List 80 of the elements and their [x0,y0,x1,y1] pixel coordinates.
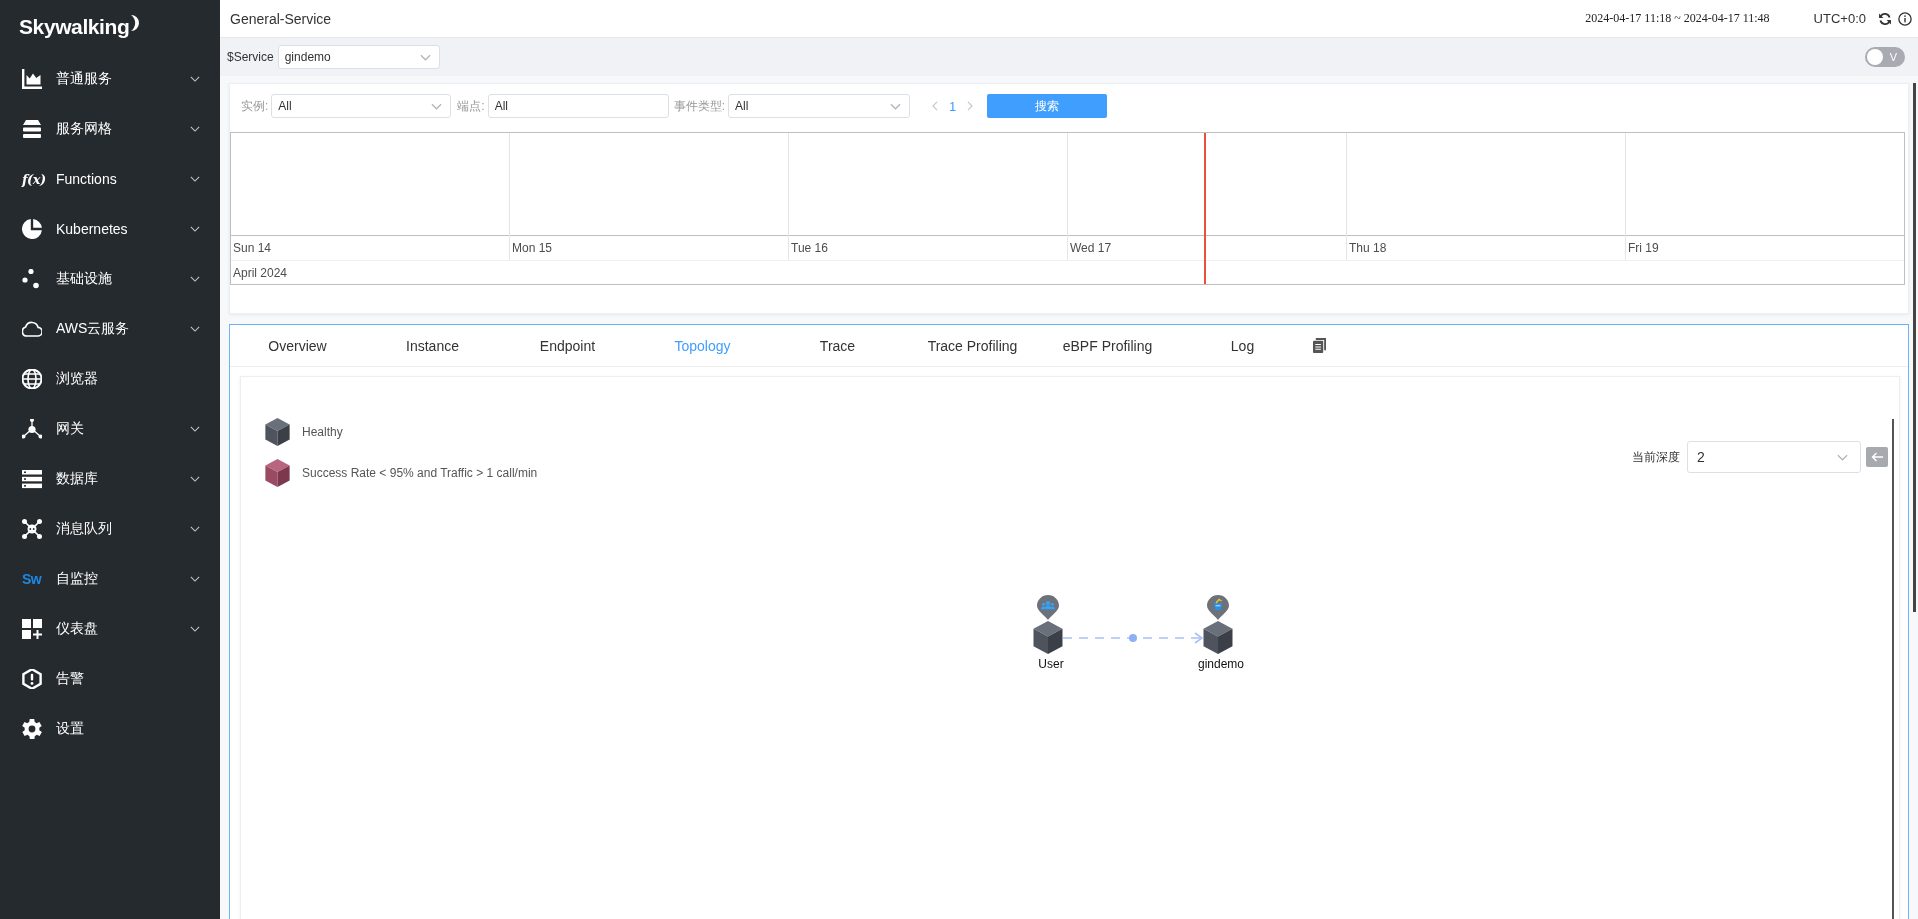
day-label: Wed 17 [1070,241,1112,255]
chevron-down-icon [890,102,902,110]
filter-label: 事件类型: [673,97,726,115]
filter-label: 端点: [457,97,485,115]
nav-item[interactable]: 仪表盘 [0,604,220,654]
nav-item[interactable]: Sw 自监控 [0,554,220,604]
tab[interactable]: eBPF Profiling [1040,325,1175,366]
call-dot[interactable] [1129,634,1137,642]
service-label: $Service [227,50,274,64]
page-title: General-Service [230,10,333,27]
service-select[interactable]: gindemo [277,45,440,69]
chevron-down-icon [1837,453,1848,461]
tab[interactable]: Instance [365,325,500,366]
nav-item[interactable]: AWS云服务 [0,304,220,354]
dots-icon [22,269,42,289]
cube-icon [265,459,290,487]
nav-item[interactable]: 设置 [0,704,220,754]
nav-item[interactable]: 网关 [0,404,220,454]
tab[interactable]: Overview [230,325,365,366]
cup-pin-icon [1207,595,1229,620]
refresh-icon[interactable] [1878,11,1892,26]
node-label: User [1038,657,1064,671]
tab[interactable]: Trace [770,325,905,366]
day-label: Tue 16 [791,241,828,255]
cube-node[interactable] [1203,621,1233,654]
nav-item[interactable]: 普通服务 [0,54,220,104]
crescent-icon [131,15,140,31]
server-list-icon [22,469,42,489]
tab[interactable]: Trace Profiling [905,325,1040,366]
alert-hexagon-icon [22,669,42,689]
logo-text: Skywalking [19,15,130,39]
function-icon: f(x) [22,171,46,187]
dashboard-add-icon [22,619,42,639]
day-label: Mon 15 [512,241,553,255]
info-icon[interactable] [1898,11,1912,26]
month-label: April 2024 [233,265,288,280]
nav-item[interactable]: 消息队列 [0,504,220,554]
settings-icon [22,719,42,739]
chevron-down-icon [419,53,431,61]
cloud-icon [22,319,42,339]
scrollbar-thumb[interactable] [1892,419,1894,919]
day-label: Fri 19 [1628,241,1659,255]
network-nodes-icon [22,419,42,439]
cube-node[interactable] [1033,621,1063,654]
documents-icon[interactable] [1313,338,1326,353]
depth-label: 当前深度 [1632,448,1680,466]
nav-item[interactable]: 服务网格 [0,104,220,154]
connected-nodes-icon [22,519,42,539]
select-field[interactable]: All [728,94,911,118]
node-label: gindemo [1198,657,1244,671]
area-chart-icon [22,69,42,89]
cube-icon [265,418,290,446]
text-input-field[interactable]: All [487,94,669,118]
arrow-left-icon [1871,452,1883,462]
chevron-down-icon [431,102,443,110]
stacked-layers-icon [22,119,42,139]
back-button[interactable] [1866,447,1888,467]
nav-item[interactable]: 数据库 [0,454,220,504]
depth-select[interactable]: 2 [1687,441,1861,473]
toggle-knob [1867,49,1883,65]
users-pin-icon [1037,595,1059,620]
globe-icon [22,369,42,389]
legend-label: Success Rate < 95% and Traffic > 1 call/min [302,466,538,480]
nav-item[interactable]: f(x) Functions [0,154,220,204]
filter-label: 实例: [241,97,269,115]
timezone-label: UTC+0:0 [1813,11,1866,26]
tab[interactable]: Endpoint [500,325,635,366]
nav-item[interactable]: Kubernetes [0,204,220,254]
day-label: Thu 18 [1349,241,1387,255]
sw-logo-icon: Sw [22,571,46,587]
nav-item[interactable]: 告警 [0,654,220,704]
legend-label: Healthy [302,425,343,439]
tab[interactable]: Log [1175,325,1310,366]
day-label: Sun 14 [233,241,272,255]
pie-chart-icon [22,219,42,239]
nav-item[interactable]: 浏览器 [0,354,220,404]
time-range[interactable]: 2024-04-17 11:18 ~ 2024-04-17 11:48 [1585,11,1770,26]
select-field[interactable]: All [271,94,452,118]
nav-item[interactable]: 基础设施 [0,254,220,304]
scrollbar-thumb[interactable] [1913,83,1916,612]
